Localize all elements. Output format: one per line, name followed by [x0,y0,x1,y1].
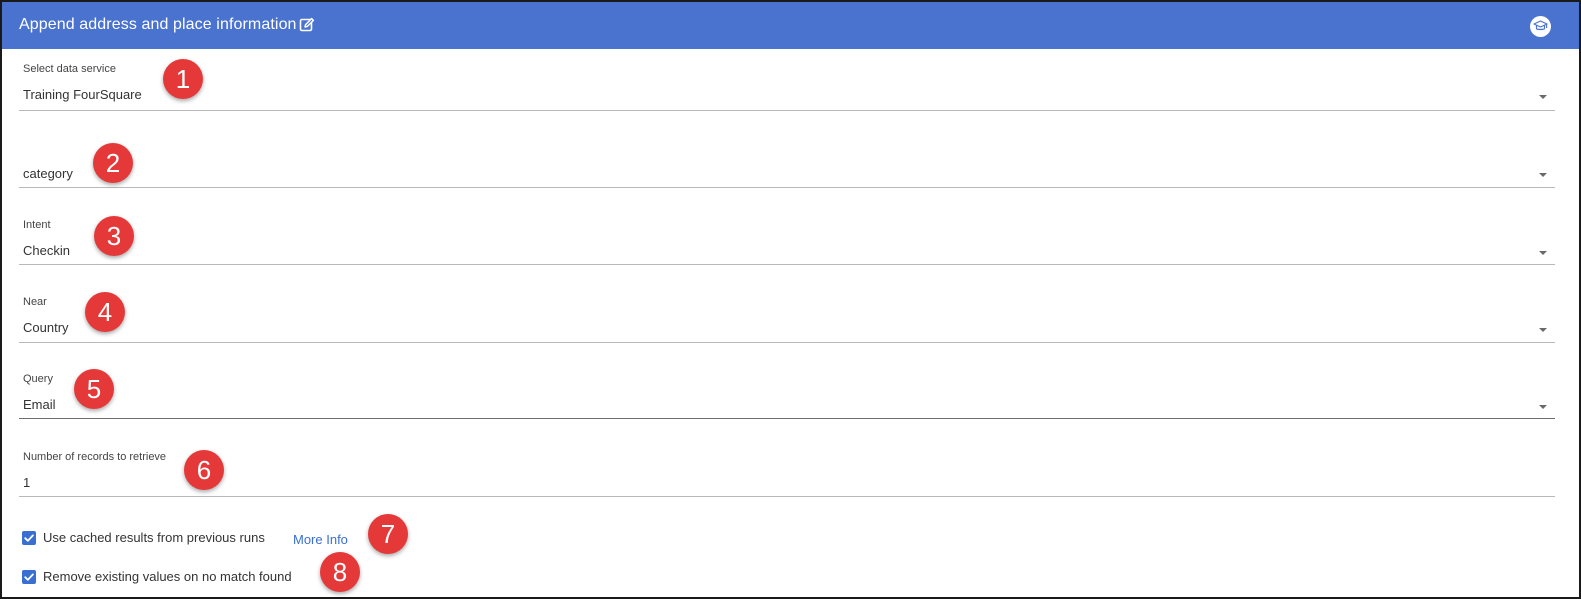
near-select[interactable]: Near Country [19,284,1555,346]
field-underline [19,496,1555,497]
remove-values-checkbox[interactable] [22,570,36,584]
dialog-frame: Append address and place information Sel… [0,0,1581,599]
dialog-header: Append address and place information [2,2,1579,49]
callout-badge-5: 5 [74,369,114,409]
callout-badge-1: 1 [163,59,203,99]
callout-badge-8: 8 [320,552,360,592]
category-value: category [23,166,73,181]
callout-badge-2: 2 [93,143,133,183]
data-service-select[interactable]: Select data service Training FourSquare [19,50,1555,112]
records-input[interactable]: Number of records to retrieve 1 [19,440,1555,502]
field-underline [19,342,1555,343]
intent-value: Checkin [23,243,70,258]
field-underline [19,418,1555,419]
chevron-down-icon[interactable] [1539,251,1547,255]
records-value[interactable]: 1 [23,475,30,490]
callout-badge-4: 4 [85,292,125,332]
edit-icon[interactable] [299,17,315,33]
callout-badge-6: 6 [184,450,224,490]
chevron-down-icon[interactable] [1539,173,1547,177]
field-underline [19,187,1555,188]
graduation-cap-icon[interactable] [1530,16,1551,37]
chevron-down-icon[interactable] [1539,95,1547,99]
chevron-down-icon[interactable] [1539,405,1547,409]
cached-results-checkbox[interactable] [22,531,36,545]
query-select[interactable]: Query Email [19,362,1555,424]
category-select[interactable]: category [19,128,1555,190]
remove-values-option[interactable]: Remove existing values on no match found [22,569,342,587]
query-value: Email [23,397,56,412]
chevron-down-icon[interactable] [1539,328,1547,332]
near-label: Near [23,296,47,308]
dialog-title: Append address and place information [19,16,297,33]
more-info-link[interactable]: More Info [293,532,348,547]
cached-results-label: Use cached results from previous runs [43,530,265,545]
records-label: Number of records to retrieve [23,451,167,463]
callout-badge-7: 7 [368,514,408,554]
near-value: Country [23,320,69,335]
intent-select[interactable]: Intent Checkin [19,206,1555,268]
query-label: Query [23,373,53,385]
field-underline [19,110,1555,111]
data-service-label: Select data service [23,63,116,75]
intent-label: Intent [23,219,51,231]
callout-badge-3: 3 [94,216,134,256]
field-underline [19,264,1555,265]
remove-values-label: Remove existing values on no match found [43,569,292,584]
data-service-value: Training FourSquare [23,87,142,102]
